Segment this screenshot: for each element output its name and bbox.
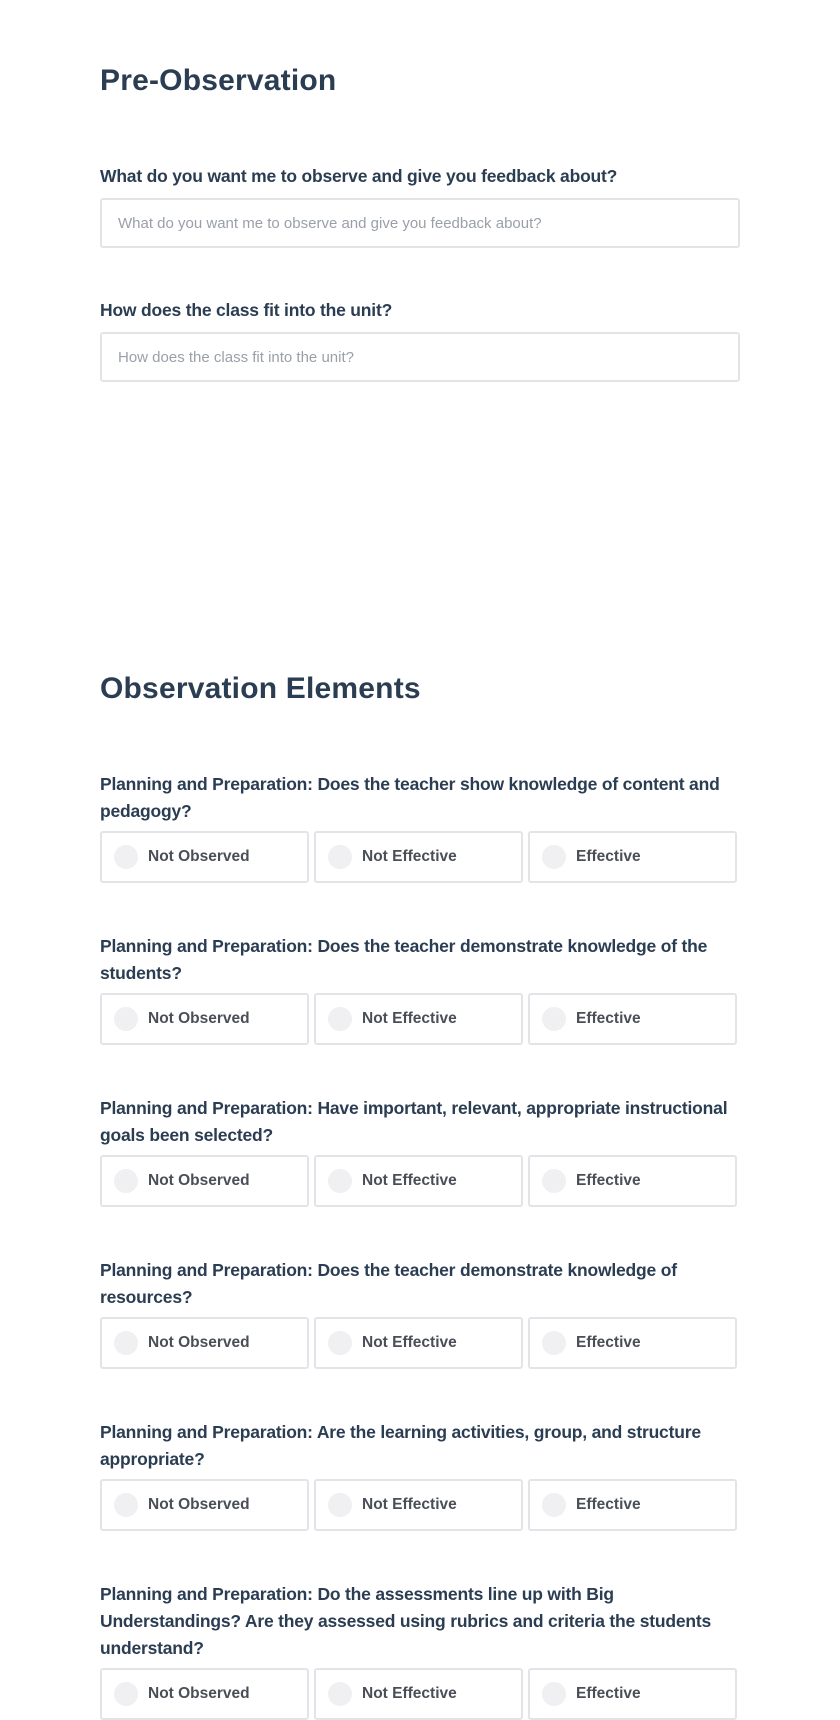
option-label: Effective xyxy=(576,848,641,865)
option-label: Effective xyxy=(576,1334,641,1351)
option-label: Not Observed xyxy=(148,1172,250,1189)
radio-circle-icon[interactable] xyxy=(114,845,138,869)
question-label: Planning and Preparation: Does the teach… xyxy=(100,936,708,983)
observation-question: Planning and Preparation: Have important… xyxy=(100,1095,740,1207)
option-label: Effective xyxy=(576,1685,641,1702)
observation-elements-title: Observation Elements xyxy=(100,672,421,705)
radio-circle-icon[interactable] xyxy=(328,1331,352,1355)
option-label: Not Effective xyxy=(362,1685,457,1702)
option-not-effective[interactable]: Not Effective xyxy=(314,1155,523,1207)
feedback-focus-label: What do you want me to observe and give … xyxy=(100,166,618,186)
feedback-focus-input[interactable] xyxy=(100,198,740,248)
option-effective[interactable]: Effective xyxy=(528,831,737,883)
option-effective[interactable]: Effective xyxy=(528,1668,737,1720)
radio-circle-icon[interactable] xyxy=(114,1169,138,1193)
observation-question: Planning and Preparation: Do the assessm… xyxy=(100,1581,740,1720)
radio-circle-icon[interactable] xyxy=(542,1682,566,1706)
option-label: Not Effective xyxy=(362,1334,457,1351)
radio-circle-icon[interactable] xyxy=(114,1331,138,1355)
option-label: Not Observed xyxy=(148,1334,250,1351)
rating-options: Not Observed Not Effective Effective xyxy=(100,1668,740,1720)
option-not-observed[interactable]: Not Observed xyxy=(100,1479,309,1531)
question-label: Planning and Preparation: Have important… xyxy=(100,1098,728,1145)
option-label: Not Observed xyxy=(148,1010,250,1027)
question-label: Planning and Preparation: Does the teach… xyxy=(100,1260,677,1307)
observation-question: Planning and Preparation: Does the teach… xyxy=(100,933,740,1045)
option-label: Effective xyxy=(576,1172,641,1189)
option-not-effective[interactable]: Not Effective xyxy=(314,993,523,1045)
feedback-focus-field: What do you want me to observe and give … xyxy=(100,163,740,248)
rating-options: Not Observed Not Effective Effective xyxy=(100,993,740,1045)
option-label: Not Effective xyxy=(362,1172,457,1189)
question-label: Planning and Preparation: Do the assessm… xyxy=(100,1584,712,1658)
option-label: Not Observed xyxy=(148,1496,250,1513)
radio-circle-icon[interactable] xyxy=(542,1493,566,1517)
option-not-effective[interactable]: Not Effective xyxy=(314,831,523,883)
radio-circle-icon[interactable] xyxy=(328,1682,352,1706)
option-not-effective[interactable]: Not Effective xyxy=(314,1317,523,1369)
option-effective[interactable]: Effective xyxy=(528,993,737,1045)
radio-circle-icon[interactable] xyxy=(542,1007,566,1031)
observation-question: Planning and Preparation: Does the teach… xyxy=(100,771,740,883)
option-effective[interactable]: Effective xyxy=(528,1479,737,1531)
option-label: Effective xyxy=(576,1010,641,1027)
option-not-observed[interactable]: Not Observed xyxy=(100,1317,309,1369)
unit-fit-label: How does the class fit into the unit? xyxy=(100,300,393,320)
option-effective[interactable]: Effective xyxy=(528,1155,737,1207)
observation-question: Planning and Preparation: Does the teach… xyxy=(100,1257,740,1369)
option-label: Not Observed xyxy=(148,848,250,865)
unit-fit-field: How does the class fit into the unit? xyxy=(100,297,740,382)
option-label: Not Effective xyxy=(362,1010,457,1027)
rating-options: Not Observed Not Effective Effective xyxy=(100,1155,740,1207)
option-label: Not Effective xyxy=(362,848,457,865)
option-label: Effective xyxy=(576,1496,641,1513)
radio-circle-icon[interactable] xyxy=(114,1682,138,1706)
radio-circle-icon[interactable] xyxy=(542,845,566,869)
pre-observation-title: Pre-Observation xyxy=(100,64,337,97)
radio-circle-icon[interactable] xyxy=(328,845,352,869)
radio-circle-icon[interactable] xyxy=(328,1493,352,1517)
radio-circle-icon[interactable] xyxy=(328,1007,352,1031)
option-label: Not Effective xyxy=(362,1496,457,1513)
option-effective[interactable]: Effective xyxy=(528,1317,737,1369)
radio-circle-icon[interactable] xyxy=(542,1169,566,1193)
radio-circle-icon[interactable] xyxy=(114,1493,138,1517)
question-label: Planning and Preparation: Does the teach… xyxy=(100,774,720,821)
rating-options: Not Observed Not Effective Effective xyxy=(100,831,740,883)
option-label: Not Observed xyxy=(148,1685,250,1702)
option-not-observed[interactable]: Not Observed xyxy=(100,1155,309,1207)
option-not-observed[interactable]: Not Observed xyxy=(100,1668,309,1720)
option-not-effective[interactable]: Not Effective xyxy=(314,1479,523,1531)
observation-question: Planning and Preparation: Are the learni… xyxy=(100,1419,740,1531)
radio-circle-icon[interactable] xyxy=(114,1007,138,1031)
radio-circle-icon[interactable] xyxy=(542,1331,566,1355)
rating-options: Not Observed Not Effective Effective xyxy=(100,1479,740,1531)
unit-fit-input[interactable] xyxy=(100,332,740,382)
rating-options: Not Observed Not Effective Effective xyxy=(100,1317,740,1369)
option-not-observed[interactable]: Not Observed xyxy=(100,993,309,1045)
question-label: Planning and Preparation: Are the learni… xyxy=(100,1422,701,1469)
option-not-effective[interactable]: Not Effective xyxy=(314,1668,523,1720)
option-not-observed[interactable]: Not Observed xyxy=(100,831,309,883)
radio-circle-icon[interactable] xyxy=(328,1169,352,1193)
